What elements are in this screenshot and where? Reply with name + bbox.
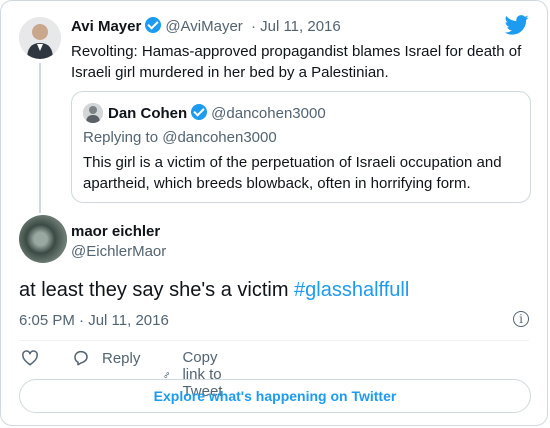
quote-text: This girl is a victim of the perpetuatio… bbox=[83, 154, 502, 192]
parent-text: Revolting: Hamas-approved propagandist b… bbox=[71, 43, 522, 81]
twitter-bird-icon[interactable] bbox=[504, 15, 529, 35]
tweet-timestamp[interactable]: 6:05 PM · Jul 11, 2016 bbox=[19, 312, 169, 329]
reply-icon bbox=[74, 350, 88, 366]
thread-line bbox=[39, 63, 41, 213]
parent-handle[interactable]: @AviMayer bbox=[165, 18, 242, 35]
tweet-avatar[interactable] bbox=[19, 215, 67, 263]
tweet-name[interactable]: maor eichler bbox=[71, 223, 160, 240]
quote-name[interactable]: Dan Cohen bbox=[108, 105, 187, 122]
tweet-handle[interactable]: @EichlerMaor bbox=[71, 243, 166, 260]
quote-avatar-image bbox=[83, 103, 103, 123]
tweet-body: at least they say she's a victim bbox=[19, 279, 295, 301]
parent-author[interactable]: Avi Mayer @AviMayer · Jul 11, 2016 bbox=[71, 17, 341, 35]
heart-icon bbox=[22, 350, 38, 366]
quote-handle[interactable]: @dancohen3000 bbox=[211, 105, 326, 122]
explore-twitter-button[interactable]: Explore what's happening on Twitter bbox=[19, 379, 531, 413]
avatar[interactable] bbox=[19, 17, 61, 59]
hashtag-link[interactable]: #glasshalffull bbox=[294, 279, 409, 301]
tweet-text: at least they say she's a victim #glassh… bbox=[19, 279, 409, 302]
like-button[interactable] bbox=[21, 349, 39, 367]
quote-author[interactable]: Dan Cohen @dancohen3000 bbox=[108, 104, 326, 122]
divider bbox=[19, 340, 529, 341]
quoted-tweet[interactable]: Dan Cohen @dancohen3000 Replying to @danc… bbox=[71, 91, 531, 203]
info-icon[interactable] bbox=[513, 311, 529, 327]
reply-button[interactable]: Reply bbox=[72, 349, 140, 367]
verified-icon bbox=[145, 17, 162, 33]
quote-avatar[interactable] bbox=[83, 103, 103, 123]
parent-date[interactable]: · Jul 11, 2016 bbox=[251, 18, 341, 35]
verified-icon bbox=[191, 104, 208, 120]
embedded-tweet-card: Avi Mayer @AviMayer · Jul 11, 2016 Revolt… bbox=[0, 0, 548, 426]
avatar-image bbox=[19, 17, 61, 59]
parent-name[interactable]: Avi Mayer bbox=[71, 18, 141, 35]
reply-label[interactable]: Reply bbox=[102, 350, 140, 367]
replying-to[interactable]: Replying to @dancohen3000 bbox=[83, 129, 277, 146]
